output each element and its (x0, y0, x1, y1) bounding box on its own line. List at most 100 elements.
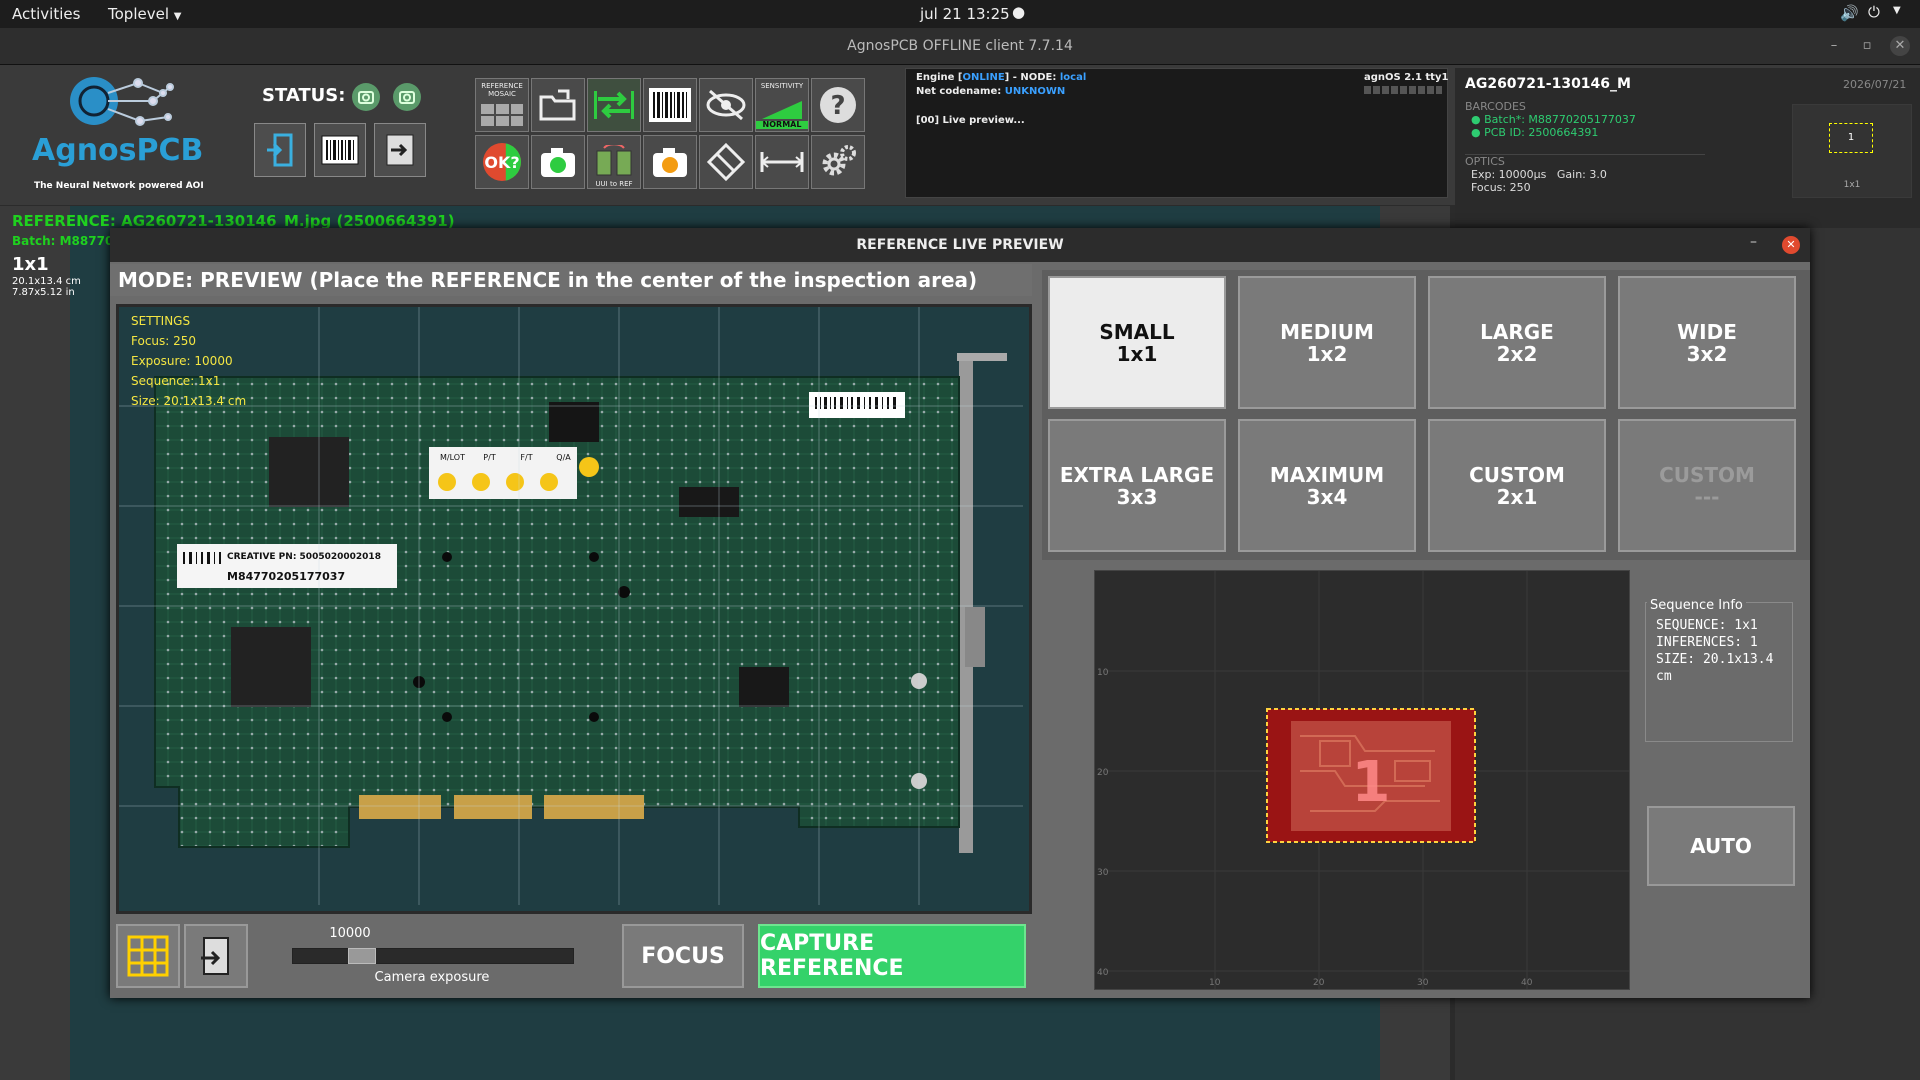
orange-camera-icon (653, 148, 687, 177)
size-button-dims: 1x1 (1116, 341, 1158, 366)
close-icon[interactable]: ✕ (1890, 36, 1910, 56)
batch-barcode-value: Batch*: M88770205177037 (1484, 113, 1636, 126)
engine-status-icon (393, 83, 421, 111)
sensitivity-wedge-icon (762, 101, 802, 119)
load-reference-button[interactable] (184, 924, 248, 988)
barcode-button[interactable] (314, 123, 366, 177)
barcodes-label: BARCODES (1465, 100, 1526, 113)
sensitivity-button[interactable]: SENSITIVITY NORMAL (755, 78, 809, 132)
batch-line: Batch: M887702 (12, 234, 122, 248)
codename-line: Net codename: UNKNOWN (916, 86, 1065, 97)
barcode-scan-button[interactable] (643, 78, 697, 132)
settings-title: SETTINGS (131, 314, 191, 328)
camera-preview[interactable]: M/LOT P/T F/T Q/A CREATIVE PN: 500502000… (116, 304, 1032, 914)
engine-console: Engine [ONLINE] - NODE: local Net codena… (905, 68, 1448, 198)
barcode-scan-icon (649, 88, 691, 122)
power-icon[interactable]: ⏻ (1868, 3, 1880, 21)
focus-button[interactable]: FOCUS (622, 924, 744, 988)
system-menu-chevron-icon[interactable]: ▼ (1893, 5, 1901, 16)
swap-arrows-icon (594, 91, 634, 119)
reference-title: AG260721-130146_M (1465, 76, 1631, 92)
size-button[interactable]: LARGE 2x2 (1428, 276, 1606, 409)
uui-to-ref-button[interactable]: UUI to REF (587, 135, 641, 189)
size-value: SIZE: 20.1x13.4 (1656, 652, 1774, 667)
hide-overlay-button[interactable] (699, 78, 753, 132)
app-menu-label: Toplevel (108, 5, 169, 23)
creative-pn-label: CREATIVE PN: 5005020002018 (227, 552, 381, 562)
engine-status-line: Engine [ONLINE] - NODE: local (916, 72, 1086, 83)
size-button[interactable]: CUSTOM 2x1 (1428, 419, 1606, 552)
grid-canvas: 10 20 30 40 10 20 30 40 1 (1097, 571, 1629, 989)
sequence-tile[interactable]: 1 (1266, 708, 1476, 843)
maximize-icon[interactable]: ▫ (1857, 36, 1877, 56)
ok-label: OK? (484, 153, 519, 172)
size-button: CUSTOM --- (1618, 419, 1796, 552)
x-tick: 30 (1417, 978, 1429, 988)
thumbnail-tile: 1 (1829, 123, 1873, 153)
activities-button[interactable]: Activities (12, 5, 80, 23)
logo: AgnosPCB The Neural Network powered AOI (22, 73, 204, 193)
size-button-dims: --- (1694, 484, 1720, 509)
size-button[interactable]: EXTRA LARGE 3x3 (1048, 419, 1226, 552)
open-folder-button[interactable] (531, 78, 585, 132)
reference-thumbnail[interactable]: 1 1x1 (1792, 104, 1912, 198)
exposure-slider[interactable] (292, 948, 574, 964)
snapshot-button[interactable] (643, 135, 697, 189)
optics-exposure: Exp: 10000µs (1471, 168, 1547, 181)
dialog-minimize-icon[interactable]: – (1750, 234, 1757, 250)
logo-tagline: The Neural Network powered AOI (34, 181, 204, 191)
size-button-name: EXTRA LARGE (1059, 462, 1215, 487)
size-button-name: SMALL (1099, 319, 1175, 344)
settings-exposure: Exposure: 10000 (131, 354, 233, 368)
y-tick: 20 (1097, 768, 1109, 778)
swap-reference-button[interactable] (587, 78, 641, 132)
exit-button[interactable] (254, 123, 306, 177)
size-button[interactable]: MAXIMUM 3x4 (1238, 419, 1416, 552)
size-button[interactable]: SMALL 1x1 (1048, 276, 1226, 409)
ok-check-button[interactable]: OK? (475, 135, 529, 189)
settings-sequence: Sequence: 1x1 (131, 374, 221, 388)
board-load-icon (386, 134, 414, 166)
settings-overlay: SETTINGS Focus: 250 Exposure: 10000 Sequ… (131, 311, 246, 411)
app-menu[interactable]: Toplevel ▼ (108, 5, 181, 23)
auto-button[interactable]: AUTO (1647, 806, 1795, 886)
capture-camera-button[interactable] (531, 135, 585, 189)
camera-status-icon (352, 83, 380, 111)
size-in: 7.87x5.12 in (12, 287, 75, 298)
capture-reference-button[interactable]: CAPTURE REFERENCE (758, 924, 1026, 988)
dialog-close-icon[interactable]: ✕ (1782, 236, 1800, 254)
size-button[interactable]: WIDE 3x2 (1618, 276, 1796, 409)
measure-button[interactable] (755, 135, 809, 189)
chevron-down-icon: ▼ (173, 11, 182, 22)
pcb-image (119, 307, 1023, 905)
x-tick: 40 (1521, 978, 1533, 988)
x-tick: 20 (1313, 978, 1325, 988)
load-board-button[interactable] (374, 123, 426, 177)
size-button-name: LARGE (1480, 319, 1554, 344)
x-tick: 10 (1209, 978, 1221, 988)
os-version: agnOS 2.1 tty1 (1364, 72, 1449, 83)
help-button[interactable]: ? (811, 78, 865, 132)
gear-icon (822, 145, 856, 176)
size-button-name: MAXIMUM (1269, 462, 1385, 487)
batch-barcode: ● Batch*: M88770205177037 (1471, 113, 1636, 126)
pcb-id-barcode: ● PCB ID: 2500664391 (1471, 126, 1599, 139)
dialog-title: REFERENCE LIVE PREVIEW (110, 228, 1810, 262)
volume-icon[interactable]: 🔊 (1840, 4, 1859, 22)
size-unit: cm (1656, 669, 1672, 684)
reference-date: 2026/07/21 (1843, 78, 1907, 91)
settings-button[interactable] (811, 135, 865, 189)
sensitivity-level: NORMAL (756, 121, 808, 129)
eraser-button[interactable] (699, 135, 753, 189)
sequence-grid-plot[interactable]: 10 20 30 40 10 20 30 40 1 (1094, 570, 1630, 990)
minimize-icon[interactable]: – (1824, 36, 1844, 56)
exposure-slider-handle[interactable] (348, 948, 376, 964)
clock[interactable]: jul 21 13:25 (920, 5, 1010, 23)
board-load-icon (201, 937, 229, 975)
window-title: AgnosPCB OFFLINE client 7.7.14 (847, 38, 1073, 54)
help-question-icon: ? (820, 87, 856, 123)
grid-icon (127, 935, 169, 977)
size-button[interactable]: MEDIUM 1x2 (1238, 276, 1416, 409)
reference-mosaic-button[interactable]: REFERENCE MOSAIC (475, 78, 529, 132)
grid-toggle-button[interactable] (116, 924, 180, 988)
